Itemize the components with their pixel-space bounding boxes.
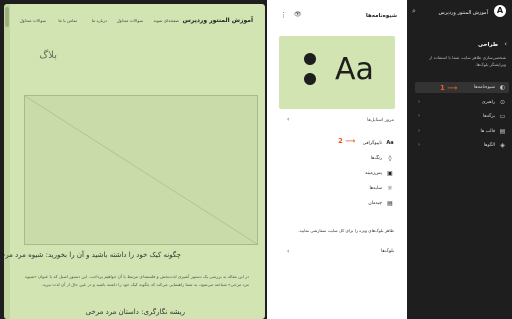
nav-item-patterns[interactable]: ◈ الگوها ‹ <box>415 140 509 151</box>
annotation-number: 2 <box>338 137 343 145</box>
scrollbar-thumb[interactable] <box>5 7 9 27</box>
editor-sidebar: A آموزش المنتور وردپرس ⌕ ‹ طراحی شخصی‌سا… <box>409 0 512 319</box>
chevron-left-icon: ‹ <box>418 128 420 134</box>
site-title[interactable]: آموزش المنتور وردپرس <box>439 10 488 16</box>
nav-item-templates[interactable]: ▤ قالب ها ‹ <box>415 126 509 137</box>
shadows-label: سایه‌ها <box>369 186 382 191</box>
preview-post2-title[interactable]: ریشه نگارگری: داستان مرد مرخی <box>86 308 185 316</box>
shadow-icon: ☼ <box>387 185 393 192</box>
section-title: طراحی <box>477 42 498 48</box>
section-description: شخصی‌سازی ظاهر سایت شما با استفاده از وی… <box>429 55 506 67</box>
chevron-left-icon[interactable]: ‹ <box>287 116 289 123</box>
site-preview[interactable]: آموزش المنتور وردپرس صفحه‌ای نمونه سوالا… <box>4 4 265 319</box>
chevron-left-icon[interactable]: ‹ <box>287 248 289 255</box>
nav-item-styles[interactable]: ◐ شیوه‌نامه‌ها <box>415 82 509 93</box>
patterns-icon: ◈ <box>500 142 505 149</box>
eye-icon[interactable]: 👁 <box>294 11 302 18</box>
preview-dot <box>304 53 316 65</box>
preview-nav-item[interactable]: سوالات متداول <box>20 18 46 23</box>
nav-item-label: الگوها <box>483 143 495 148</box>
more-menu-icon[interactable]: ⋮ <box>280 11 287 19</box>
annotation-number: 1 <box>440 84 445 92</box>
panel-title: شیوه‌نامه‌ها <box>365 13 397 19</box>
preview-nav-item[interactable]: صفحه‌ای نمونه <box>153 18 179 23</box>
preview-post-title[interactable]: چگونه کیک خود را داشته باشید و آن را بخو… <box>4 251 181 259</box>
layout-icon: ▤ <box>499 128 506 135</box>
preview-aa-text: Aa <box>335 52 374 87</box>
layout-label: چیدمان <box>368 201 382 206</box>
preview-scrollbar[interactable] <box>4 4 10 319</box>
style-preview-card[interactable]: Aa <box>279 36 395 109</box>
wordpress-logo-icon[interactable]: A <box>494 5 506 17</box>
droplet-icon: ◊ <box>388 155 392 162</box>
nav-item-label: برگه‌ها <box>482 114 495 119</box>
preview-blog-title: بلاگ <box>39 50 57 61</box>
search-icon[interactable]: ⌕ <box>412 7 420 15</box>
blocks-description: ظاهر بلوک‌های ویژه را برای کل سایت سفارش… <box>298 228 394 233</box>
annotation-arrow-1: 1 ⟶ <box>440 84 458 92</box>
nav-item-label: راهبری <box>481 100 495 105</box>
typography-label: تایپوگرافی <box>362 141 382 146</box>
back-chevron-icon[interactable]: ‹ <box>504 40 507 48</box>
annotation-arrow-2: 2 ⟶ <box>338 137 356 145</box>
half-circle-icon: ◐ <box>499 84 506 91</box>
blocks-row[interactable]: بلوک‌ها <box>381 249 394 254</box>
nav-item-label: قالب ها <box>480 129 496 134</box>
chevron-left-icon: ‹ <box>418 113 420 119</box>
preview-site-title[interactable]: آموزش المنتور وردپرس <box>183 17 253 24</box>
nav-item-navigation[interactable]: ⊙ راهبری ‹ <box>415 97 509 108</box>
chevron-left-icon: ‹ <box>418 99 420 105</box>
nav-item-pages[interactable]: ▭ برگه‌ها ‹ <box>415 111 509 122</box>
preview-post-excerpt: در این مقاله به بررسی یک دستور آشپزی لذت… <box>25 274 249 287</box>
preview-image-placeholder <box>24 95 258 245</box>
nav-item-label: شیوه‌نامه‌ها <box>473 85 495 90</box>
colors-label: رنگ‌ها <box>370 156 382 161</box>
background-icon: ▣ <box>387 170 393 177</box>
chevron-left-icon: ‹ <box>418 142 420 148</box>
preview-dot <box>304 73 316 85</box>
layout-icon: ▤ <box>387 200 393 207</box>
typography-icon: Aa <box>386 140 394 146</box>
page-icon: ▭ <box>499 113 506 120</box>
navigation-icon: ⊙ <box>499 99 506 106</box>
preview-nav-item[interactable]: سوالات متداول <box>117 18 143 23</box>
preview-nav-item[interactable]: تماس با ما <box>58 18 77 23</box>
browse-styles-label[interactable]: مرور استایل‌ها <box>367 118 394 123</box>
preview-nav-item[interactable]: درباره ما <box>92 18 107 23</box>
background-label: پس‌زمینه <box>365 171 382 176</box>
